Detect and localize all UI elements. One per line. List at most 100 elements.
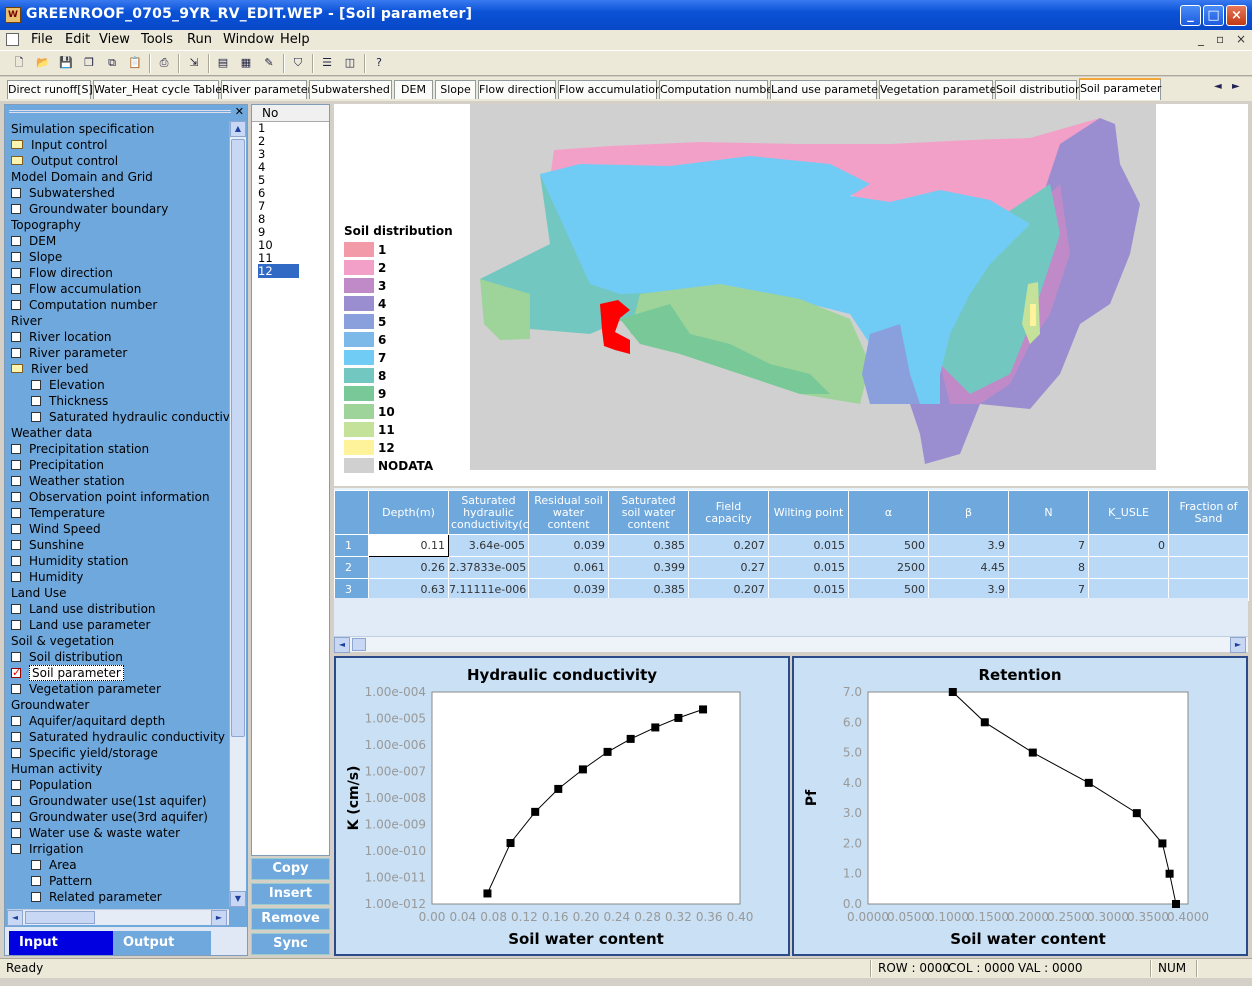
checkbox[interactable] — [11, 188, 21, 198]
tree-item[interactable]: Saturated hydraulic conductivity — [11, 729, 231, 745]
table-cell[interactable] — [1168, 534, 1249, 557]
menu-window[interactable]: Window — [223, 32, 274, 47]
tree-item[interactable]: Land use distribution — [11, 601, 231, 617]
help-icon[interactable]: ? — [370, 54, 388, 72]
checkbox[interactable] — [11, 556, 21, 566]
tree-item[interactable]: Specific yield/storage — [11, 745, 231, 761]
checkbox[interactable] — [11, 665, 21, 681]
checkbox[interactable] — [11, 796, 21, 806]
table-cell[interactable]: 0.015 — [768, 556, 849, 579]
scroll-down-icon[interactable]: ▼ — [230, 891, 246, 907]
tree-item[interactable]: River location — [11, 329, 231, 345]
map-icon[interactable]: ▦ — [237, 54, 255, 72]
tree-item[interactable]: Land Use — [11, 585, 231, 601]
table-cell[interactable]: 4.45 — [928, 556, 1009, 579]
pen-icon[interactable]: ✎ — [260, 54, 278, 72]
column-header[interactable]: Residual soil water content — [528, 490, 609, 535]
checkbox[interactable] — [11, 572, 21, 582]
save-icon[interactable]: 💾 — [57, 54, 75, 72]
checkbox[interactable] — [11, 604, 21, 614]
table-cell[interactable]: 0.015 — [768, 534, 849, 557]
copy2-icon[interactable]: ⧉ — [103, 54, 121, 72]
tree-item[interactable]: Human activity — [11, 761, 231, 777]
tab-flow-accumulation[interactable]: Flow accumulation — [558, 80, 662, 99]
checkbox[interactable] — [31, 892, 41, 902]
column-header[interactable]: α — [848, 490, 929, 535]
tree-item[interactable]: Precipitation — [11, 457, 231, 473]
doc-icon[interactable] — [6, 33, 19, 46]
run-icon[interactable]: ⛉ — [289, 54, 307, 72]
remove-button[interactable]: Remove — [251, 908, 330, 930]
checkbox[interactable] — [11, 748, 21, 758]
tree-item[interactable]: Population — [11, 777, 231, 793]
tree-item[interactable]: Precipitation station — [11, 441, 231, 457]
tree-item[interactable]: Sunshine — [11, 537, 231, 553]
soil-class-list[interactable]: No 1 2 3 4 5 6 7 8 9 10 11 12 — [251, 104, 330, 856]
scroll-up-icon[interactable]: ▲ — [230, 121, 246, 137]
scroll-right-icon[interactable]: ► — [211, 910, 227, 926]
tree-item[interactable]: Subwatershed — [11, 185, 231, 201]
paste-icon[interactable]: 📋 — [126, 54, 144, 72]
tree-item[interactable]: Pattern — [11, 873, 231, 889]
column-header[interactable]: Depth(m) — [368, 490, 449, 535]
tree-vertical-scrollbar[interactable]: ▲ ▼ — [229, 121, 246, 907]
checkbox[interactable] — [11, 300, 21, 310]
tab-water-heat[interactable]: Water_Heat cycle Table — [93, 80, 222, 99]
tree-item[interactable]: Land use parameter — [11, 617, 231, 633]
tree-item[interactable]: Groundwater use(3rd aquifer) — [11, 809, 231, 825]
sync-button[interactable]: Sync — [251, 933, 330, 955]
tree-item[interactable]: Observation point information — [11, 489, 231, 505]
tab-river-parameter[interactable]: River parameter — [221, 80, 312, 99]
tab-vegetation-parameter[interactable]: Vegetation parameter — [879, 80, 1001, 99]
layout-v-icon[interactable]: ◫ — [341, 54, 359, 72]
checkbox[interactable] — [11, 716, 21, 726]
checkbox[interactable] — [11, 732, 21, 742]
row-header[interactable]: 1 — [334, 534, 369, 557]
tree-item[interactable]: Wind Speed — [11, 521, 231, 537]
tree-item[interactable]: Soil parameter — [11, 665, 231, 681]
table-cell[interactable]: 0.399 — [608, 556, 689, 579]
close-button[interactable]: × — [1226, 5, 1247, 26]
column-header[interactable]: N — [1008, 490, 1089, 535]
tree-item[interactable]: Weather station — [11, 473, 231, 489]
table-cell[interactable] — [1088, 556, 1169, 579]
table-cell[interactable]: 0.27 — [688, 556, 769, 579]
copy-button[interactable]: Copy — [251, 858, 330, 880]
checkbox[interactable] — [11, 348, 21, 358]
scroll-thumb[interactable] — [25, 911, 95, 924]
checkbox[interactable] — [11, 844, 21, 854]
tree-item[interactable]: Temperature — [11, 505, 231, 521]
scroll-left-icon[interactable]: ◄ — [7, 910, 23, 926]
table-cell[interactable]: 0.207 — [688, 534, 769, 557]
checkbox[interactable] — [11, 508, 21, 518]
row-header[interactable]: 2 — [334, 556, 369, 579]
mdi-close-button[interactable]: × — [1236, 32, 1246, 46]
menu-help[interactable]: Help — [280, 32, 310, 47]
tab-computation-number[interactable]: Computation number — [659, 80, 778, 99]
table-cell[interactable]: 8 — [1008, 556, 1089, 579]
tree-item[interactable]: Humidity station — [11, 553, 231, 569]
checkbox[interactable] — [11, 620, 21, 630]
tab-output[interactable]: Output — [113, 931, 211, 955]
new-icon[interactable]: 🗋 — [10, 54, 28, 72]
checkbox[interactable] — [11, 780, 21, 790]
tree-item[interactable]: River bed — [11, 361, 231, 377]
panel-close-icon[interactable]: ✕ — [235, 105, 244, 118]
checkbox[interactable] — [11, 252, 21, 262]
checkbox[interactable] — [11, 652, 21, 662]
checkbox[interactable] — [11, 540, 21, 550]
tree-item[interactable]: Slope — [11, 249, 231, 265]
tree-item[interactable]: Thickness — [11, 393, 231, 409]
table-cell[interactable]: 0.26 — [368, 556, 449, 579]
checkbox[interactable] — [11, 284, 21, 294]
table-cell[interactable]: 0.385 — [608, 534, 689, 557]
table-cell[interactable]: 7 — [1008, 534, 1089, 557]
mdi-minimize-button[interactable]: _ — [1198, 32, 1204, 46]
scroll-thumb[interactable] — [231, 139, 245, 737]
checkbox[interactable] — [11, 492, 21, 502]
table-cell[interactable]: 500 — [848, 534, 929, 557]
column-header[interactable]: Fraction of Sand — [1168, 490, 1249, 535]
checkbox[interactable] — [11, 684, 21, 694]
table-cell[interactable]: 2500 — [848, 556, 929, 579]
scroll-thumb[interactable] — [352, 638, 366, 651]
